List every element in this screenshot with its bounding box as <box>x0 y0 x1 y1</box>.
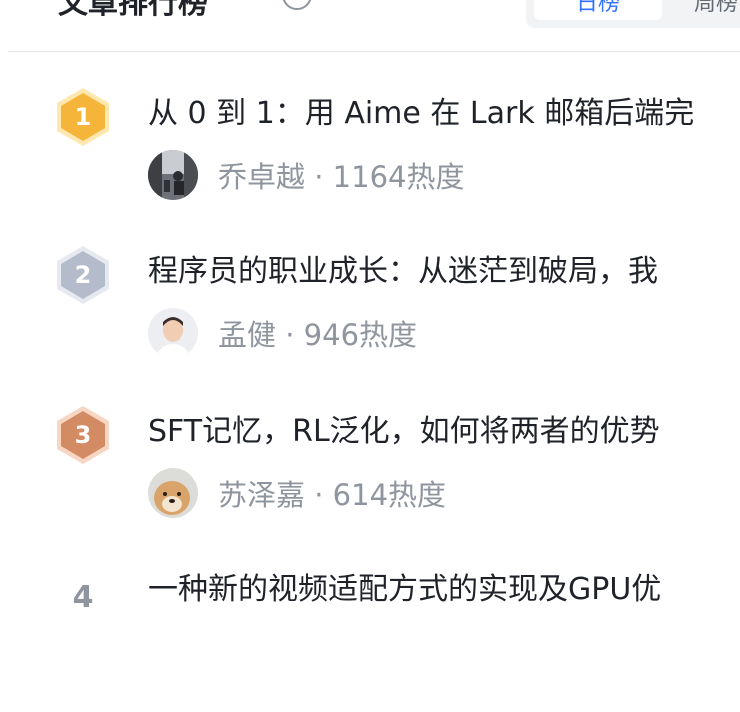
author-heat-text: 苏泽嘉 · 614热度 <box>218 476 446 514</box>
list-item[interactable]: 3 SFT记忆，RL泛化，如何将两者的优势 苏泽嘉 · 614热度 <box>0 404 740 554</box>
list-item[interactable]: 1 从 0 到 1：用 Aime 在 Lark 邮箱后端完 乔卓越 · 1164… <box>0 86 740 236</box>
heat-count: 946热度 <box>303 318 418 352</box>
article-title[interactable]: 从 0 到 1：用 Aime 在 Lark 邮箱后端完 <box>148 94 694 134</box>
meta-separator: · <box>305 478 333 512</box>
rank-number: 3 <box>74 421 92 449</box>
meta-separator: · <box>276 318 304 352</box>
list-item[interactable]: 4 一种新的视频适配方式的实现及GPU优 <box>0 562 740 712</box>
list-item[interactable]: 2 程序员的职业成长：从迷茫到破局，我 孟健 · 946热度 <box>0 244 740 394</box>
author-name[interactable]: 乔卓越 <box>218 160 305 194</box>
author-avatar[interactable] <box>148 308 198 358</box>
tab-daily[interactable]: 日榜 <box>534 0 662 20</box>
author-heat-text: 孟健 · 946热度 <box>218 316 417 354</box>
article-title[interactable]: SFT记忆，RL泛化，如何将两者的优势 <box>148 412 660 452</box>
header-divider <box>8 51 740 52</box>
author-avatar[interactable] <box>148 150 198 200</box>
meta-separator: · <box>305 160 333 194</box>
help-icon[interactable] <box>282 0 312 10</box>
page-title: 文章排行榜 <box>58 0 208 21</box>
heat-count: 614热度 <box>332 478 447 512</box>
ranking-tab-group: 日榜 周榜 <box>526 0 740 28</box>
ranking-header: 文章排行榜 日榜 周榜 <box>0 0 740 52</box>
silver-rank-badge-icon: 2 <box>54 244 112 306</box>
gold-rank-badge-icon: 1 <box>54 86 112 148</box>
bronze-rank-badge-icon: 3 <box>54 404 112 466</box>
article-title[interactable]: 一种新的视频适配方式的实现及GPU优 <box>148 570 661 610</box>
rank-number: 2 <box>74 261 92 289</box>
author-avatar[interactable] <box>148 468 198 518</box>
author-name[interactable]: 孟健 <box>218 318 276 352</box>
tab-weekly[interactable]: 周榜 <box>694 0 738 20</box>
rank-number: 1 <box>74 103 92 131</box>
article-title[interactable]: 程序员的职业成长：从迷茫到破局，我 <box>148 252 658 292</box>
heat-count: 1164热度 <box>332 160 465 194</box>
author-name[interactable]: 苏泽嘉 <box>218 478 305 512</box>
author-heat-text: 乔卓越 · 1164热度 <box>218 158 464 196</box>
